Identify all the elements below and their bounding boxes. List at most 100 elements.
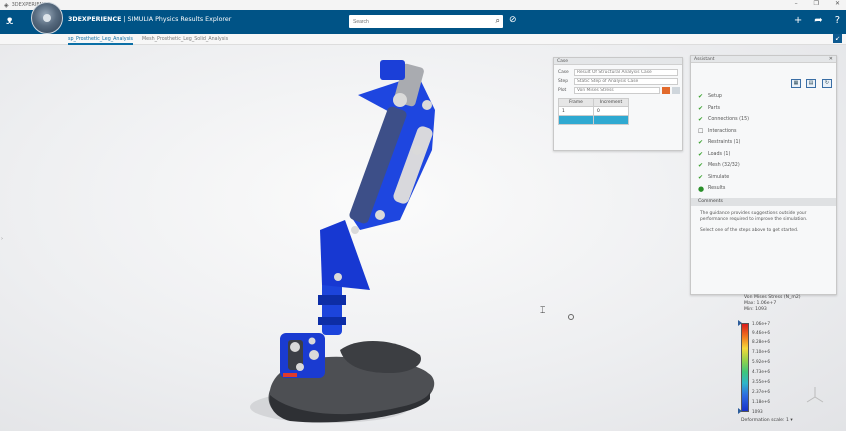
search-box: ⌕ (349, 15, 503, 28)
comments-body: The guidance provides suggestions outsid… (691, 206, 836, 234)
step-label: Connections (15) (708, 117, 750, 123)
table-row[interactable]: 1 0 (558, 106, 629, 116)
help-icon[interactable]: ? (835, 15, 840, 26)
plot-select[interactable]: Von Mises Stress (574, 87, 660, 94)
legend-min: Min: 1093 (744, 307, 767, 312)
plot-settings-icon[interactable] (662, 87, 670, 94)
legend-min-marker[interactable] (738, 408, 742, 414)
step-label: Mesh (32/32) (708, 163, 740, 169)
axis-triad-icon[interactable] (805, 385, 825, 405)
legend-value: 3.55e+6 (752, 379, 771, 384)
check-icon: ✔ (698, 116, 704, 124)
increment-column-header: Increment (593, 98, 629, 107)
case-panel-header: Case (554, 58, 682, 65)
case-label: Case (558, 70, 569, 75)
maximize-button[interactable]: ❐ (814, 0, 819, 7)
step-label: Loads (1) (708, 151, 731, 157)
check-icon: ✔ (698, 139, 704, 147)
mouse-cursor-icon: ⌶ (540, 306, 546, 316)
step-setup[interactable]: ✔ Setup (691, 91, 836, 103)
step-mesh[interactable]: ✔ Mesh (32/32) (691, 160, 836, 172)
step-interactions[interactable]: ☐ Interactions (691, 126, 836, 138)
legend-value: 2.37e+6 (752, 389, 771, 394)
collapse-left-icon[interactable]: › (1, 236, 3, 242)
step-label: Step (558, 79, 568, 84)
layout-icon[interactable]: ▦ (791, 79, 801, 88)
legend-value: 4.73e+6 (752, 369, 771, 374)
close-button[interactable]: ✕ (835, 0, 840, 7)
comment-text: The guidance provides suggestions outsid… (700, 210, 808, 222)
plot-options-icon[interactable] (672, 87, 680, 94)
step-simulate[interactable]: ✔ Simulate (691, 172, 836, 184)
step-row: Step Static Step of Analysis Case (554, 77, 682, 86)
step-label: Restraints (1) (708, 140, 741, 146)
rotation-center-icon (568, 314, 574, 320)
compass-icon[interactable] (31, 2, 63, 34)
case-panel-title: Case (557, 59, 569, 64)
search-input[interactable] (349, 15, 485, 28)
app-name: | SIMULIA Physics Results Explorer (123, 16, 232, 23)
assistant-panel-title: Assistant (694, 57, 715, 62)
step-select[interactable]: Static Step of Analysis Case (574, 78, 678, 85)
frame-column-header: Frame (558, 98, 594, 107)
step-parts[interactable]: ✔ Parts (691, 103, 836, 115)
empty-box-icon: ☐ (698, 127, 704, 135)
expand-icon[interactable]: ↙ (833, 34, 842, 43)
assistant-toolbar: ▦ ▤ ↻ (691, 63, 836, 91)
step-label: Results (708, 186, 726, 192)
comment-text: Select one of the steps above to get sta… (700, 227, 799, 233)
color-legend-bar (741, 323, 749, 412)
brand-name: 3DEXPERIENCE (68, 16, 122, 23)
legend-value: 1093 (752, 409, 763, 414)
assistant-panel: Assistant ✕ ▦ ▤ ↻ ✔ Setup ✔ Parts ✔ Connect… (690, 55, 837, 295)
case-select[interactable]: Result Of Structural Analysis Case (574, 69, 678, 76)
check-icon: ✔ (698, 150, 704, 158)
top-right-actions: + ➦ ? (794, 15, 840, 26)
deformation-scale-label: Deformation scale: 1 (741, 418, 789, 423)
step-connections[interactable]: ✔ Connections (15) (691, 114, 836, 126)
step-label: Interactions (708, 128, 737, 134)
frame-cell: 1 (558, 106, 594, 116)
tab-analysis[interactable]: sp_Prosthetic_Leg_Analysis (68, 35, 133, 45)
step-label: Parts (708, 105, 720, 111)
tab-mesh-analysis[interactable]: Mesh_Prosthetic_Leg_Solid_Analysis (142, 35, 228, 45)
prosthetic-leg-model[interactable] (250, 55, 490, 431)
tag-icon[interactable]: ⊘ (509, 15, 517, 25)
comments-header: Comments (691, 197, 836, 206)
refresh-icon[interactable]: ↻ (822, 79, 832, 88)
legend-value: 1.06e+7 (752, 321, 771, 326)
assistant-panel-header: Assistant ✕ (691, 56, 836, 63)
frame-cell (558, 115, 594, 125)
step-label: Simulate (708, 174, 730, 180)
increment-cell: 0 (593, 106, 629, 116)
app-logo-icon: ◈ (4, 1, 9, 9)
plus-icon[interactable]: + (794, 15, 802, 26)
step-results[interactable]: ● Results (691, 183, 836, 195)
top-toolbar: ᴥ 3DEXPERIENCE | SIMULIA Physics Results… (0, 10, 846, 34)
list-icon[interactable]: ▤ (806, 79, 816, 88)
step-restraints[interactable]: ✔ Restraints (1) (691, 137, 836, 149)
case-row: Case Result Of Structural Analysis Case (554, 68, 682, 77)
legend-value: 1.18e+6 (752, 399, 771, 404)
close-icon[interactable]: ✕ (829, 56, 833, 63)
chevron-down-icon: ▾ (790, 418, 793, 423)
case-panel: Case Case Result Of Structural Analysis … (553, 57, 683, 151)
table-row-selected[interactable] (558, 115, 629, 125)
legend-value: 5.92e+6 (752, 359, 771, 364)
step-loads[interactable]: ✔ Loads (1) (691, 149, 836, 161)
share-icon[interactable]: ➦ (814, 15, 822, 26)
plot-row: Plot Von Mises Stress (554, 86, 682, 95)
deformation-scale[interactable]: Deformation scale: 1 ▾ (741, 418, 793, 423)
search-icon[interactable]: ⌕ (496, 16, 500, 26)
document-tabs: sp_Prosthetic_Leg_Analysis Mesh_Prosthet… (0, 34, 846, 45)
check-icon: ✔ (698, 173, 704, 181)
legend-value: 8.28e+6 (752, 339, 771, 344)
app-title: 3DEXPERIENCE | SIMULIA Physics Results E… (68, 16, 231, 23)
minimize-button[interactable]: – (795, 0, 798, 7)
step-label: Setup (708, 94, 722, 100)
status-dot-icon: ● (698, 184, 705, 193)
frames-table-header: Frame Increment (558, 98, 629, 107)
legend-header: Von Mises Stress (N_m2) Max: 1.06e+7 Min… (744, 295, 801, 313)
ds-brand-icon[interactable]: ᴥ (6, 13, 22, 29)
check-icon: ✔ (698, 162, 704, 170)
